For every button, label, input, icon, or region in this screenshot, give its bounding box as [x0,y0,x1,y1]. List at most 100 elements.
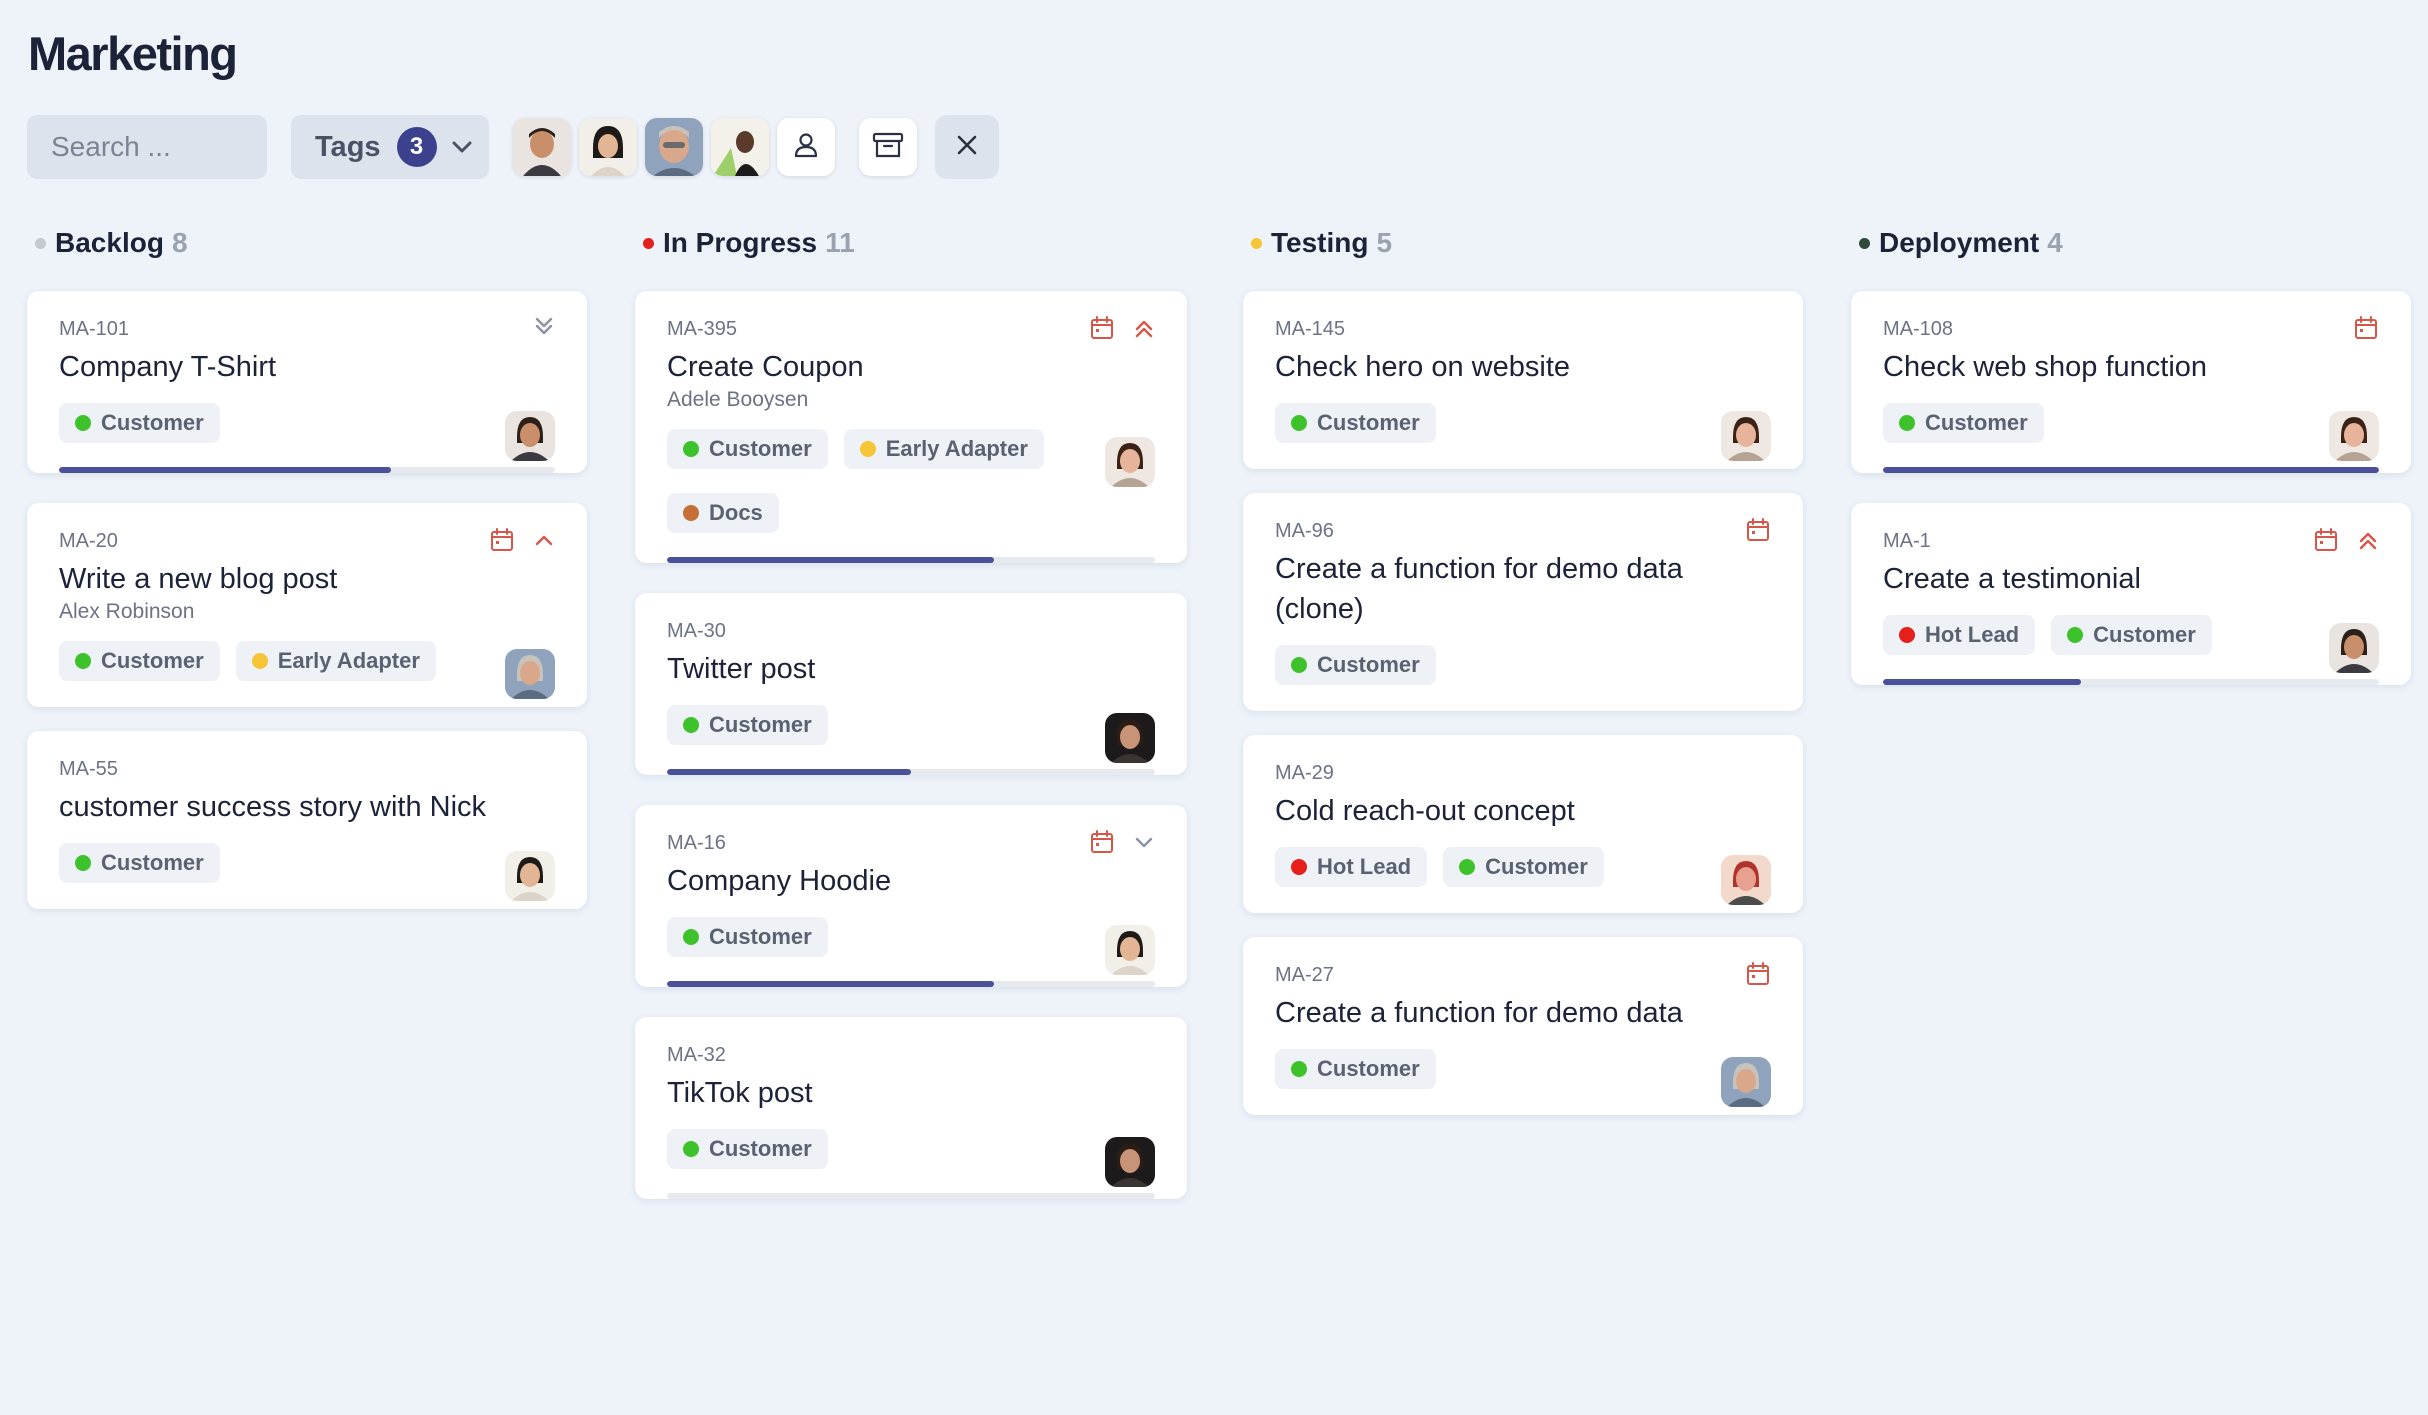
double-chevron-down-icon[interactable] [533,315,555,337]
calendar-icon[interactable] [1089,315,1115,341]
task-card[interactable]: MA-101 Company T-Shirt Customer [27,291,587,473]
tag-row: Customer [59,403,555,467]
avatar[interactable] [1105,1137,1155,1187]
tag-customer[interactable]: Customer [667,1129,828,1169]
tag-customer[interactable]: Customer [1275,403,1436,443]
tag-docs[interactable]: Docs [667,493,779,533]
avatar[interactable] [2329,411,2379,461]
avatar [645,118,703,176]
card-title: Twitter post [667,653,816,685]
avatar-filter-3[interactable] [645,118,703,176]
tag-customer[interactable]: Customer [667,917,828,957]
avatar[interactable] [1105,713,1155,763]
column-header: Backlog 8 [35,225,587,261]
tag-label: Customer [1317,652,1420,677]
column-count: 5 [1376,227,1393,258]
task-card[interactable]: MA-395 Create Coupon Adele Booysen Customer… [635,291,1187,563]
chevron-up-icon[interactable] [533,529,555,551]
column-title: In Progress [663,227,818,258]
user-filter-button[interactable] [777,118,835,176]
task-card[interactable]: MA-27 Create a function for demo data Cust… [1243,937,1803,1115]
task-card[interactable]: MA-108 Check web shop function Customer [1851,291,2411,473]
avatar[interactable] [1721,855,1771,905]
avatar[interactable] [505,851,555,901]
progress-bar [1883,679,2379,685]
task-card[interactable]: MA-32 TikTok post Customer [635,1017,1187,1199]
tag-dot [683,929,699,945]
tag-customer[interactable]: Customer [667,705,828,745]
card-icons [471,527,555,553]
progress-bar [1883,467,2379,473]
search-input[interactable] [27,115,267,179]
tag-customer[interactable]: Customer [1275,1049,1436,1089]
calendar-icon[interactable] [1089,829,1115,855]
task-card[interactable]: MA-96 Create a function for demo data (cl… [1243,493,1803,711]
tag-dot [1291,657,1307,673]
task-card[interactable]: MA-29 Cold reach-out concept Hot Lead Custo… [1243,735,1803,913]
tag-customer[interactable]: Customer [1883,403,2044,443]
task-card[interactable]: MA-30 Twitter post Customer [635,593,1187,775]
avatar-filter-2[interactable] [579,118,637,176]
calendar-icon[interactable] [1745,517,1771,543]
calendar-icon[interactable] [2313,527,2339,553]
card-title: Create Coupon [667,351,864,383]
tag-customer[interactable]: Customer [1275,645,1436,685]
tag-row: Customer [1275,403,1771,467]
tag-hot-lead[interactable]: Hot Lead [1883,615,2036,655]
task-card[interactable]: MA-145 Check hero on website Customer [1243,291,1803,469]
assignee-filter-group [513,118,835,176]
avatar[interactable] [1105,925,1155,975]
tag-row: Customer [1275,645,1771,709]
calendar-icon[interactable] [489,527,515,553]
avatar[interactable] [505,649,555,699]
tags-filter-button[interactable]: Tags 3 [291,115,489,179]
archive-icon [872,131,904,164]
task-card[interactable]: MA-1 Create a testimonial Hot Lead Customer [1851,503,2411,685]
task-card[interactable]: MA-20 Write a new blog post Alex Robinson C… [27,503,587,707]
tag-label: Customer [709,1136,812,1161]
clear-filters-button[interactable] [935,115,999,179]
task-card[interactable]: MA-16 Company Hoodie Customer [635,805,1187,987]
avatar[interactable] [1721,1057,1771,1107]
card-title: Check hero on website [1275,351,1570,383]
avatar-filter-4[interactable] [711,118,769,176]
tag-customer[interactable]: Customer [667,429,828,469]
avatar[interactable] [1105,437,1155,487]
tag-hot-lead[interactable]: Hot Lead [1275,847,1428,887]
card-id: MA-55 [59,758,118,780]
tag-customer[interactable]: Customer [59,641,220,681]
tag-early-adapter[interactable]: Early Adapter [235,641,436,681]
tag-customer[interactable]: Customer [59,403,220,443]
card-id: MA-108 [1883,318,1954,340]
tag-label: Customer [1925,410,2028,435]
double-chevron-up-icon[interactable] [1133,317,1155,339]
avatar[interactable] [505,411,555,461]
card-title: Create a testimonial [1883,563,2141,595]
avatar[interactable] [2329,623,2379,673]
tag-row: Customer [667,917,1155,981]
tag-label: Hot Lead [1925,622,2020,647]
tag-label: Customer [709,924,812,949]
card-id: MA-32 [667,1044,726,1066]
card-icons [515,315,555,337]
tag-label: Customer [709,436,812,461]
tag-label: Customer [709,712,812,737]
tag-early-adapter[interactable]: Early Adapter [843,429,1044,469]
card-id: MA-145 [1275,318,1346,340]
avatar-filter-1[interactable] [513,118,571,176]
chevron-down-icon[interactable] [1133,831,1155,853]
double-chevron-up-icon[interactable] [2357,529,2379,551]
avatar[interactable] [1721,411,1771,461]
tag-customer[interactable]: Customer [59,843,220,883]
status-dot [1251,237,1262,249]
tag-label: Customer [1317,1056,1420,1081]
tag-customer[interactable]: Customer [1443,847,1604,887]
tag-customer[interactable]: Customer [2051,615,2212,655]
calendar-icon[interactable] [2353,315,2379,341]
card-title: Create a function for demo data [1275,997,1683,1029]
calendar-icon[interactable] [1745,961,1771,987]
card-assignee: Adele Booysen [667,388,809,411]
task-card[interactable]: MA-55 customer success story with Nick Cus… [27,731,587,909]
archive-button[interactable] [859,118,917,176]
avatar [513,118,571,176]
